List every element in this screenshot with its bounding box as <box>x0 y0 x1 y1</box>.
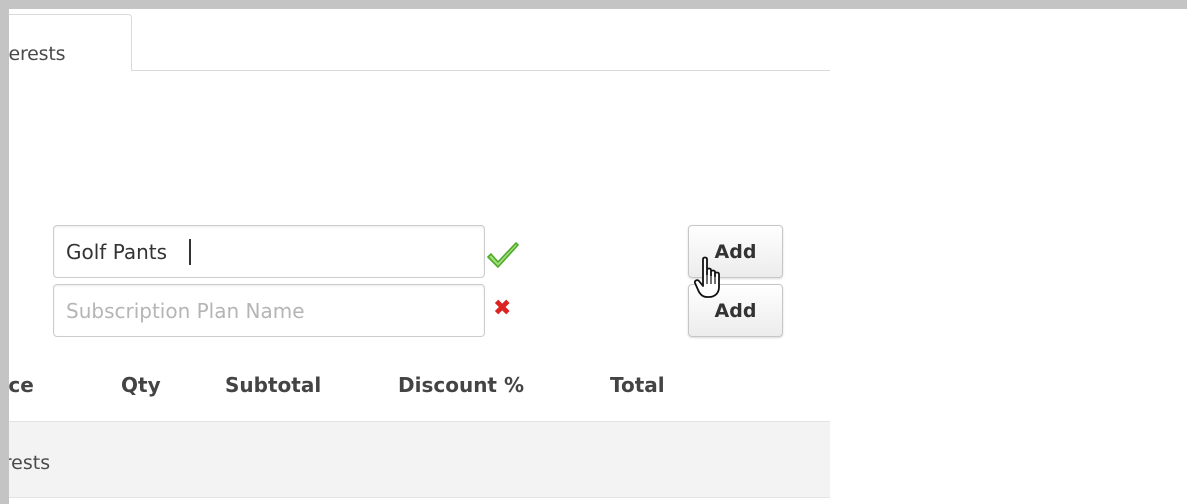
check-icon <box>487 242 519 268</box>
window-frame-left <box>0 0 9 504</box>
content-panel: Interests Add ✖ Add Price Qty Subtotal D… <box>9 9 830 504</box>
subscription-plan-input[interactable] <box>53 284 485 337</box>
column-header-price[interactable]: Price <box>9 373 34 397</box>
column-header-subtotal[interactable]: Subtotal <box>225 373 321 397</box>
hand-pointer-icon <box>694 256 720 298</box>
text-caret <box>189 239 191 265</box>
x-icon: ✖ <box>493 296 512 321</box>
window-frame-top <box>0 0 1187 9</box>
product-name-input[interactable] <box>53 225 485 278</box>
column-header-qty[interactable]: Qty <box>121 373 161 397</box>
column-header-discount[interactable]: Discount % <box>398 373 524 397</box>
tab-interests[interactable]: Interests <box>9 14 132 70</box>
tab-interests-label: Interests <box>9 43 66 65</box>
tab-bar-border <box>131 70 830 71</box>
table-group-label: Interests <box>9 452 51 474</box>
table-group-row <box>9 421 830 498</box>
column-header-total[interactable]: Total <box>610 373 665 397</box>
